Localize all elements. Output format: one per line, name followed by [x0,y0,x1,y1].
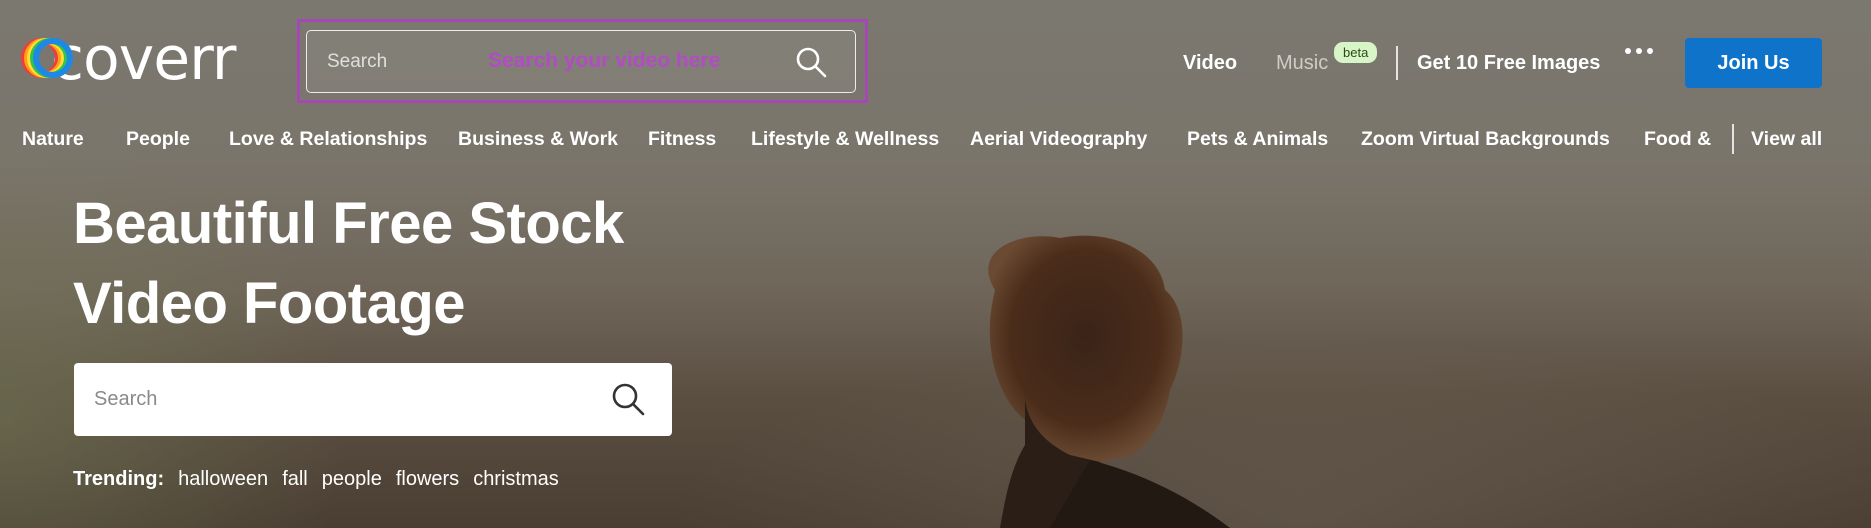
hero-title-line-1: Beautiful Free Stock [73,191,624,256]
category-view-all[interactable]: View all [1751,126,1822,152]
trending-tag-halloween[interactable]: halloween [178,468,268,491]
trending-tag-christmas[interactable]: christmas [473,468,559,491]
nav-music[interactable]: Music [1276,38,1328,88]
trending-row: Trending: halloween fall people flowers … [73,468,573,491]
category-business-work[interactable]: Business & Work [458,126,618,152]
category-zoom-backgrounds[interactable]: Zoom Virtual Backgrounds [1361,126,1610,152]
category-nature[interactable]: Nature [22,126,84,152]
join-us-button[interactable]: Join Us [1685,38,1822,88]
logo-rainbow-mark [21,32,73,86]
background-person-silhouette [988,235,1230,528]
category-love-relationships[interactable]: Love & Relationships [229,126,427,152]
category-fitness[interactable]: Fitness [648,126,716,152]
trending-tag-people[interactable]: people [322,468,382,491]
category-pets-animals[interactable]: Pets & Animals [1187,126,1328,152]
category-divider [1732,124,1734,154]
category-lifestyle-wellness[interactable]: Lifestyle & Wellness [751,126,939,152]
header-search-bar[interactable]: Search your video here [306,30,856,93]
category-aerial-videography[interactable]: Aerial Videography [970,126,1147,152]
category-food[interactable]: Food & [1644,126,1711,152]
hero-title-line-2: Video Footage [73,271,466,336]
nav-video[interactable]: Video [1183,38,1237,88]
hero-title: Beautiful Free Stock Video Footage [73,184,713,344]
nav-free-images[interactable]: Get 10 Free Images [1417,38,1600,88]
hero-search-input[interactable] [74,363,574,436]
coverr-logo[interactable]: coverr [21,24,236,94]
trending-tag-fall[interactable]: fall [282,468,308,491]
trending-tag-flowers[interactable]: flowers [396,468,459,491]
search-icon[interactable] [795,46,827,78]
category-people[interactable]: People [126,126,190,152]
more-dots-icon[interactable] [1625,48,1653,54]
hero-search-bar[interactable] [74,363,672,436]
nav-divider [1396,46,1398,80]
search-icon[interactable] [611,382,645,416]
search-hint-label: Search your video here [488,49,721,72]
beta-badge: beta [1334,42,1378,63]
trending-label: Trending: [73,468,165,490]
logo-wordmark: coverr [51,24,236,94]
